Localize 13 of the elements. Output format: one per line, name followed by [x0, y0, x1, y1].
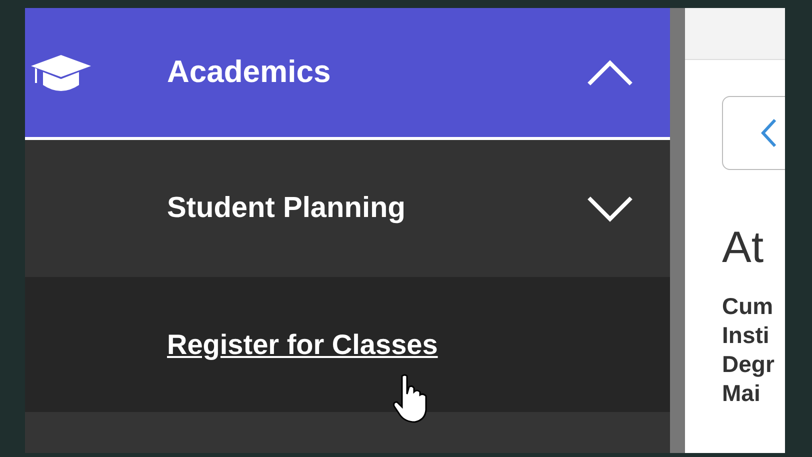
- summary-label: Mai: [722, 379, 762, 408]
- register-link[interactable]: Register for Classes: [167, 324, 438, 366]
- scrollbar[interactable]: [670, 8, 685, 453]
- chevron-left-icon: [761, 118, 777, 148]
- back-button[interactable]: [722, 96, 785, 170]
- graduation-cap-icon: [30, 52, 92, 92]
- chevron-up-icon[interactable]: [585, 58, 635, 88]
- chevron-down-icon[interactable]: [585, 194, 635, 224]
- page-heading: At: [722, 226, 765, 270]
- summary-label: Degr: [722, 350, 776, 379]
- summary-label: Insti: [722, 321, 770, 350]
- menu-item[interactable]: Student Planning: [167, 186, 585, 230]
- summary-label: Cum: [722, 292, 774, 321]
